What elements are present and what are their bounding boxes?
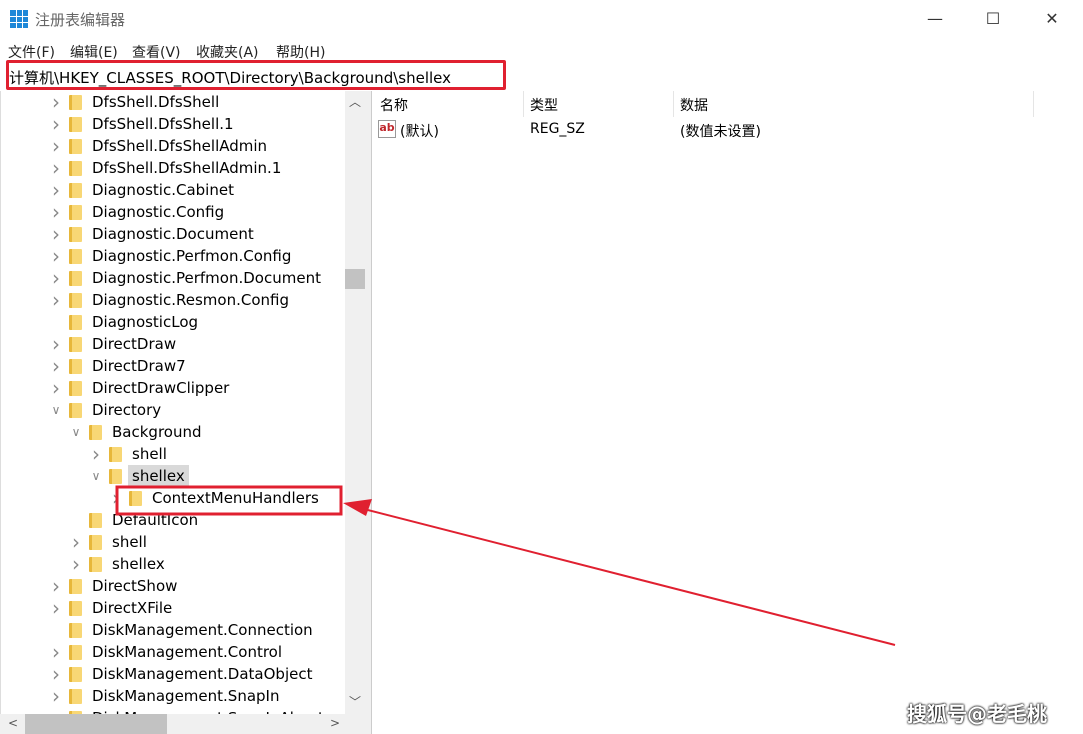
arrow-head-icon bbox=[343, 499, 372, 516]
annotation-arrow-line bbox=[359, 507, 896, 646]
annotation-overlay bbox=[115, 485, 896, 646]
highlight-box bbox=[115, 485, 343, 516]
watermark: 搜狐号@老毛桃 bbox=[907, 702, 1047, 726]
